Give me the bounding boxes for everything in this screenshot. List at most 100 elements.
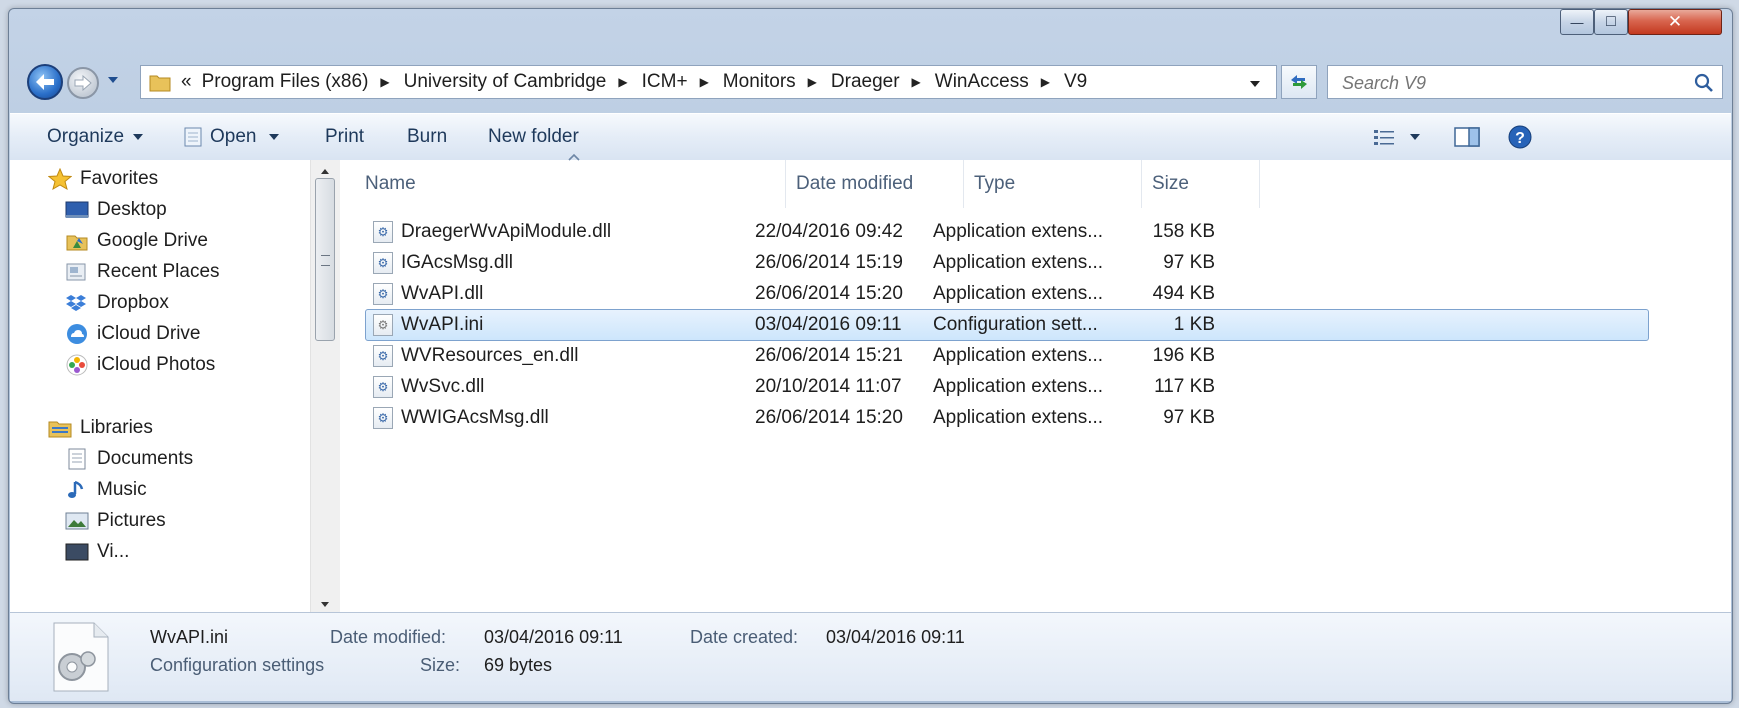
scroll-down-button[interactable]: [318, 596, 332, 610]
file-size: 97 KB: [1163, 252, 1215, 273]
dll-file-icon: ⚙: [373, 221, 393, 243]
file-date: 22/04/2016 09:42: [755, 221, 903, 242]
search-input[interactable]: [1340, 69, 1674, 97]
new-folder-button[interactable]: New folder: [488, 114, 579, 160]
maximize-button[interactable]: □: [1594, 9, 1628, 35]
view-details-icon: [1374, 130, 1394, 145]
file-type: Application extens...: [933, 252, 1104, 273]
navigation-pane-scrollbar[interactable]: [310, 160, 340, 612]
chevron-down-icon: [1250, 81, 1260, 87]
nav-item-google-drive[interactable]: Google Drive: [65, 226, 208, 256]
file-row[interactable]: ⚙ WWIGAcsMsg.dll 26/06/2014 15:20 Applica…: [365, 402, 1649, 434]
videos-icon: [65, 543, 89, 561]
libraries-icon: [48, 421, 72, 438]
recent-pages-dropdown[interactable]: [105, 72, 121, 88]
forward-arrow-icon: [74, 75, 92, 91]
file-date: 20/10/2014 11:07: [755, 376, 902, 397]
breadcrumb-separator[interactable]: ▶: [700, 75, 709, 89]
back-arrow-icon: [36, 74, 54, 90]
file-type: Application extens...: [933, 376, 1104, 397]
file-row[interactable]: ⚙ WvSvc.dll 20/10/2014 11:07 Application …: [365, 371, 1649, 403]
documents-icon: [68, 448, 86, 470]
search-icon[interactable]: [1694, 73, 1714, 93]
dll-file-icon: ⚙: [373, 407, 393, 429]
nav-item-desktop[interactable]: Desktop: [65, 195, 167, 225]
search-box[interactable]: [1327, 65, 1723, 99]
file-row[interactable]: ⚙ IGAcsMsg.dll 26/06/2014 15:19 Applicati…: [365, 247, 1649, 279]
breadcrumb-university[interactable]: University of Cambridge: [404, 71, 607, 93]
file-row-selected[interactable]: ⚙ WvAPI.ini 03/04/2016 09:11 Configuratio…: [365, 309, 1649, 341]
burn-button[interactable]: Burn: [407, 114, 447, 160]
dll-file-icon: ⚙: [373, 252, 393, 274]
breadcrumb-separator[interactable]: ▶: [1041, 75, 1050, 89]
file-name: WWIGAcsMsg.dll: [401, 407, 549, 428]
column-header-name-label: Name: [365, 173, 416, 194]
file-row[interactable]: ⚙ DraegerWvApiModule.dll 22/04/2016 09:42…: [365, 216, 1649, 248]
organize-button[interactable]: Organize: [47, 114, 144, 160]
nav-item-dropbox[interactable]: Dropbox: [65, 288, 169, 318]
scroll-up-button[interactable]: [318, 162, 332, 176]
address-history-dropdown[interactable]: [1248, 75, 1264, 91]
breadcrumb-separator[interactable]: ▶: [808, 75, 817, 89]
nav-item-icloud-drive[interactable]: iCloud Drive: [65, 319, 200, 349]
breadcrumb-separator[interactable]: ▶: [380, 75, 389, 89]
scroll-thumb[interactable]: [315, 178, 335, 341]
breadcrumb-winaccess[interactable]: WinAccess: [935, 71, 1029, 93]
recent-places-icon: [66, 263, 86, 281]
nav-item-documents[interactable]: Documents: [65, 444, 193, 474]
forward-button[interactable]: [67, 67, 99, 99]
breadcrumb-separator[interactable]: ▶: [912, 75, 921, 89]
nav-item-label: iCloud Drive: [97, 323, 201, 344]
dll-file-icon: ⚙: [373, 376, 393, 398]
nav-favorites-label: Favorites: [80, 168, 159, 189]
preview-pane-icon: [1454, 127, 1480, 147]
nav-item-pictures[interactable]: Pictures: [65, 506, 166, 536]
file-row[interactable]: ⚙ WVResources_en.dll 26/06/2014 15:21 App…: [365, 340, 1649, 372]
breadcrumb: « Program Files (x86) ▶ University of Cam…: [181, 66, 1087, 98]
column-header-date-modified[interactable]: Date modified: [786, 160, 964, 208]
nav-libraries-header[interactable]: Libraries: [48, 413, 153, 443]
column-header-name[interactable]: Name: [355, 160, 786, 208]
column-header-size[interactable]: Size: [1142, 160, 1260, 208]
nav-item-icloud-photos[interactable]: iCloud Photos: [65, 350, 215, 380]
address-bar[interactable]: « Program Files (x86) ▶ University of Cam…: [140, 65, 1277, 99]
close-button[interactable]: ✕: [1628, 9, 1722, 35]
ini-file-icon: ⚙: [373, 314, 393, 336]
file-row[interactable]: ⚙ WvAPI.dll 26/06/2014 15:20 Application …: [365, 278, 1649, 310]
icloud-icon: [67, 324, 87, 344]
breadcrumb-icm[interactable]: ICM+: [642, 71, 688, 93]
breadcrumb-overflow[interactable]: «: [181, 71, 192, 93]
help-button[interactable]: ?: [1507, 114, 1533, 160]
nav-item-label: iCloud Photos: [97, 354, 216, 375]
details-date-created-label: Date created:: [690, 627, 799, 647]
pictures-icon: [65, 512, 89, 530]
minimize-button[interactable]: —: [1560, 9, 1594, 35]
maximize-icon: □: [1606, 13, 1616, 30]
nav-item-music[interactable]: Music: [65, 475, 147, 505]
change-view-button[interactable]: [1373, 114, 1397, 160]
file-name: IGAcsMsg.dll: [401, 252, 513, 273]
file-type: Application extens...: [933, 407, 1104, 428]
print-button[interactable]: Print: [325, 114, 364, 160]
nav-item-videos[interactable]: Vi...: [65, 537, 129, 567]
breadcrumb-program-files[interactable]: Program Files (x86): [202, 71, 369, 93]
file-name: WVResources_en.dll: [401, 345, 579, 366]
scroll-up-icon: [321, 169, 329, 174]
burn-label: Burn: [407, 126, 448, 147]
change-view-dropdown[interactable]: [1409, 114, 1421, 160]
back-button[interactable]: [27, 64, 63, 100]
breadcrumb-separator[interactable]: ▶: [618, 75, 627, 89]
nav-item-recent-places[interactable]: Recent Places: [65, 257, 220, 287]
breadcrumb-draeger[interactable]: Draeger: [831, 71, 900, 93]
nav-favorites-header[interactable]: Favorites: [48, 164, 158, 194]
file-size: 196 KB: [1152, 345, 1215, 366]
breadcrumb-monitors[interactable]: Monitors: [723, 71, 796, 93]
music-icon: [68, 480, 84, 498]
preview-pane-button[interactable]: [1454, 114, 1480, 160]
refresh-button[interactable]: [1281, 65, 1317, 99]
open-button[interactable]: Open: [182, 114, 280, 160]
details-date-created-value: 03/04/2016 09:11: [826, 627, 965, 647]
breadcrumb-v9[interactable]: V9: [1064, 71, 1087, 93]
svg-text:?: ?: [1515, 130, 1525, 147]
column-header-type[interactable]: Type: [964, 160, 1142, 208]
